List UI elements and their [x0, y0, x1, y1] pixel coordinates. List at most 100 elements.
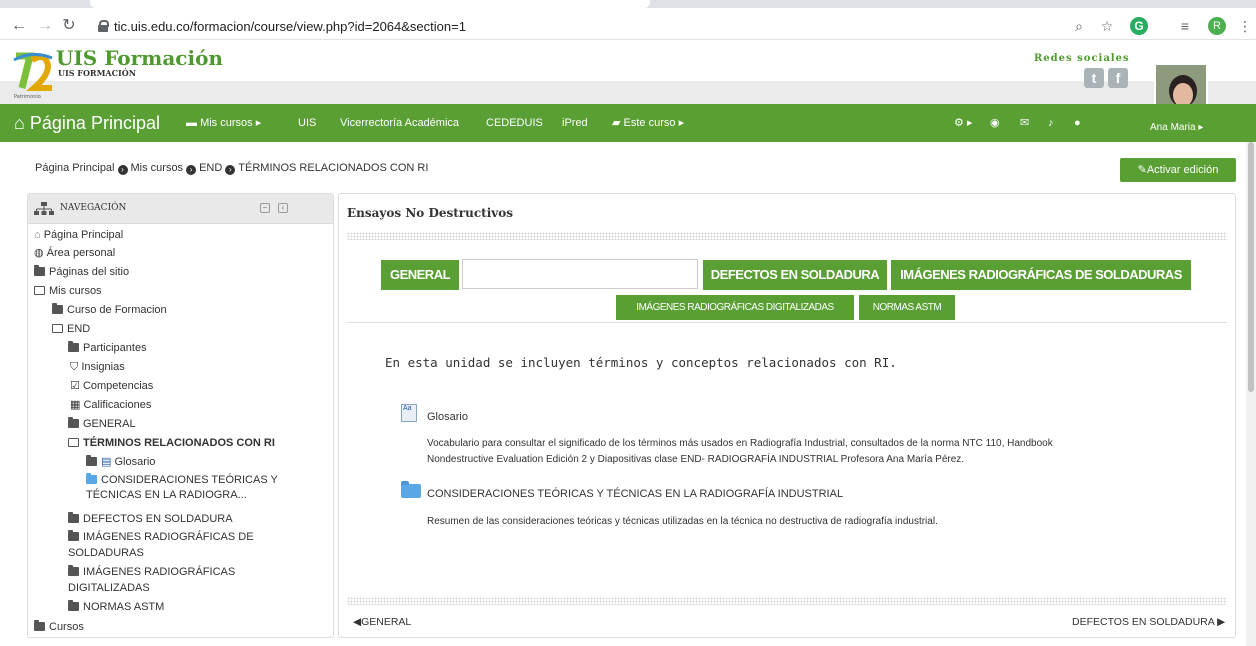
bell-icon[interactable]: ♪ — [1048, 104, 1054, 142]
nav-tree-item[interactable]: ▤ Glosario — [86, 455, 155, 469]
nav-tree-item-continued[interactable]: TÉCNICAS EN LA RADIOGRA... — [86, 488, 247, 502]
lock-icon — [98, 20, 109, 32]
home-icon: ⌂ — [14, 113, 25, 133]
nav-tree-label: Mis cursos — [49, 285, 102, 297]
folder-icon — [34, 620, 45, 631]
nav-tree-label: IMÁGENES RADIOGRÁFICAS DE — [83, 531, 254, 543]
tab-general[interactable]: GENERAL — [381, 260, 459, 290]
back-arrow-icon[interactable]: ← — [10, 17, 28, 35]
nav-tree-item[interactable]: Curso de Formacion — [52, 303, 167, 317]
main-navbar: ⌂ Página Principal ▬ Mis cursos ▸ UIS Vi… — [0, 104, 1256, 142]
folder-icon — [68, 341, 79, 352]
nav-tree-item[interactable]: DEFECTOS EN SOLDADURA — [68, 512, 233, 526]
facebook-icon[interactable]: f — [1108, 68, 1128, 88]
activar-edicion-button[interactable]: ✎Activar edición — [1120, 158, 1236, 182]
tab-imagenes-soldaduras[interactable]: IMÁGENES RADIOGRÁFICAS DE SOLDADURAS — [891, 260, 1191, 290]
nav-cededuis[interactable]: CEDEDUIS — [486, 104, 543, 142]
menu-kebab-icon[interactable]: ⋮ — [1236, 17, 1254, 35]
chat-icon[interactable]: ● — [1074, 104, 1081, 142]
home-link[interactable]: ⌂ Página Principal — [14, 104, 160, 142]
nav-tree-label: Calificaciones — [83, 399, 152, 411]
envelope-icon[interactable]: ✉ — [1020, 104, 1029, 142]
chevron-right-icon: › — [225, 165, 236, 175]
page-scrollbar[interactable] — [1246, 142, 1256, 646]
folder-icon — [52, 303, 63, 314]
breadcrumb-item[interactable]: TÉRMINOS RELACIONADOS CON RI — [238, 162, 428, 174]
active-tab[interactable] — [90, 0, 650, 8]
folder-icon — [401, 481, 421, 498]
collapse-icon[interactable]: − — [260, 203, 270, 213]
brand-title[interactable]: UIS Formación — [56, 46, 223, 70]
nav-este-curso[interactable]: ▰ Este curso ▸ — [612, 104, 684, 142]
tab-normas-astm[interactable]: NORMAS ASTM — [859, 295, 955, 320]
nav-tree-item[interactable]: ☑ Competencias — [70, 379, 153, 393]
nav-tree-item[interactable]: CONSIDERACIONES TEÓRICAS Y — [86, 473, 278, 487]
nav-tree-item[interactable]: IMÁGENES RADIOGRÁFICAS — [68, 565, 235, 579]
nav-mis-cursos[interactable]: ▬ Mis cursos ▸ — [186, 104, 261, 142]
dotted-divider — [347, 597, 1227, 605]
nav-tree-item[interactable]: END — [52, 322, 90, 336]
tab-defectos[interactable]: DEFECTOS EN SOLDADURA — [703, 260, 887, 290]
nav-tree-item-active[interactable]: TÉRMINOS RELACIONADOS CON RI — [68, 436, 275, 450]
star-icon[interactable]: ☆ — [1098, 17, 1116, 35]
nav-tree-item[interactable]: ▦ Calificaciones — [70, 398, 151, 412]
uis-72-logo-icon[interactable]: Patrimonio — [12, 48, 56, 100]
glossary-icon: Aa — [401, 404, 417, 422]
breadcrumb-item[interactable]: Mis cursos — [131, 162, 184, 174]
prev-section-label: GENERAL — [361, 616, 412, 628]
address-bar[interactable]: tic.uis.edu.co/formacion/course/view.php… — [98, 17, 1138, 37]
sitemap-icon — [34, 202, 54, 215]
caret-right-icon: ▸ — [1198, 122, 1204, 133]
nav-tree-item[interactable]: Mis cursos — [34, 284, 102, 298]
reload-icon[interactable]: ↻ — [60, 17, 78, 35]
nav-tree-label: Insignias — [81, 361, 125, 373]
nav-tree-item[interactable]: Cursos — [34, 620, 84, 634]
book-icon: ▰ — [612, 117, 621, 129]
activity-glosario-link[interactable]: Glosario — [427, 411, 468, 423]
nav-ipred[interactable]: iPred — [562, 104, 588, 142]
nav-vicerrectoria[interactable]: Vicerrectoría Académica — [340, 104, 459, 142]
forward-arrow-icon[interactable]: → — [36, 17, 54, 35]
twitter-icon[interactable]: t — [1084, 68, 1104, 88]
nav-tree-label: Cursos — [49, 621, 84, 633]
nav-tree-item[interactable]: Páginas del sitio — [34, 265, 129, 279]
breadcrumb-item[interactable]: END — [199, 162, 222, 174]
nav-tree-item[interactable]: ◍ Área personal — [34, 246, 115, 260]
breadcrumb-item[interactable]: Página Principal — [35, 162, 115, 174]
scrollbar-thumb[interactable] — [1248, 142, 1254, 392]
help-icon[interactable]: ◉ — [990, 104, 1000, 142]
checkbox-icon: ☑ — [70, 380, 80, 392]
shield-icon: ⛉ — [70, 361, 79, 373]
nav-tree-item[interactable]: ⌂ Página Principal — [34, 228, 123, 242]
activity-consideraciones-link[interactable]: CONSIDERACIONES TEÓRICAS Y TÉCNICAS EN L… — [427, 488, 843, 500]
zoom-icon[interactable]: ⌕ — [1070, 17, 1088, 35]
nav-tree-item[interactable]: GENERAL — [68, 417, 136, 431]
caret-right-icon: ▸ — [255, 117, 262, 129]
prev-section-link[interactable]: ◀GENERAL — [353, 616, 411, 628]
nav-tree-item-continued[interactable]: DIGITALIZADAS — [68, 581, 150, 595]
dock-icon[interactable]: ‹ — [278, 203, 288, 213]
nav-tree-item[interactable]: IMÁGENES RADIOGRÁFICAS DE — [68, 530, 254, 544]
nav-uis[interactable]: UIS — [298, 104, 316, 142]
nav-tree-label: GENERAL — [83, 418, 136, 430]
profile-icon[interactable]: R — [1208, 17, 1226, 35]
gear-menu-icon[interactable]: ⚙ ▸ — [954, 104, 972, 142]
arrow-left-icon: ◀ — [353, 616, 362, 628]
nav-tree-item[interactable]: ⛉ Insignias — [70, 360, 125, 374]
nav-tree-label: Participantes — [83, 342, 147, 354]
folder-open-icon — [34, 286, 45, 295]
folder-icon — [86, 473, 97, 484]
folder-icon — [68, 530, 79, 541]
section-summary: En esta unidad se incluyen términos y co… — [385, 355, 897, 370]
navigation-header: NAVEGACIÓN − ‹ — [28, 194, 333, 224]
activity-description: Resumen de las consideraciones teóricas … — [427, 516, 938, 527]
nav-tree-item[interactable]: NORMAS ASTM — [68, 600, 164, 614]
next-section-link[interactable]: DEFECTOS EN SOLDADURA ▶ — [1072, 616, 1225, 628]
folder-icon — [34, 265, 45, 276]
reading-list-icon[interactable]: ≡ — [1176, 17, 1194, 35]
nav-tree-item-continued[interactable]: SOLDADURAS — [68, 546, 144, 560]
tab-imagenes-digitalizadas[interactable]: IMÁGENES RADIOGRÁFICAS DIGITALIZADAS — [616, 295, 854, 320]
user-menu[interactable]: Ana Maria ▸ — [1150, 122, 1203, 133]
nav-tree-item[interactable]: Participantes — [68, 341, 147, 355]
extension-g-icon[interactable]: G — [1130, 17, 1148, 35]
